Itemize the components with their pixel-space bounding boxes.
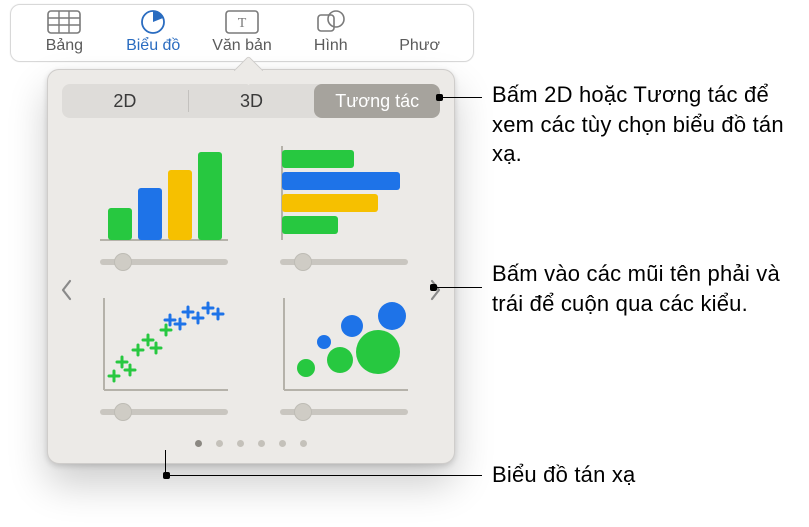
chart-style-grid-wrap [62, 132, 440, 447]
callout-tabs-hint: Bấm 2D hoặc Tương tác để xem các tùy chọ… [492, 80, 792, 169]
svg-text:T: T [238, 16, 247, 31]
page-dot[interactable] [216, 440, 223, 447]
media-icon [400, 9, 440, 35]
page-dot[interactable] [279, 440, 286, 447]
toolbar: Bảng Biểu đồ T Văn bản Hình Phươ [11, 5, 473, 61]
toolbar-label: Văn bản [212, 37, 272, 55]
chart-type-segmented: 2D 3D Tương tác [62, 84, 440, 118]
bubble-chart-icon [274, 290, 414, 400]
toolbar-item-text[interactable]: T Văn bản [203, 9, 282, 55]
page-dot[interactable] [195, 440, 202, 447]
app-window: Bảng Biểu đồ T Văn bản Hình Phươ 2D [10, 4, 474, 62]
callout-leader [438, 97, 482, 98]
shape-icon [311, 9, 351, 35]
tab-2d[interactable]: 2D [62, 84, 188, 118]
chart-option-column[interactable] [94, 140, 234, 268]
page-dots[interactable] [66, 440, 436, 447]
slider-icon [280, 406, 408, 418]
callout-leader-vert [165, 450, 166, 475]
tab-3d[interactable]: 3D [189, 84, 315, 118]
text-icon: T [222, 9, 262, 35]
toolbar-label: Biểu đồ [126, 37, 180, 55]
chart-popover: 2D 3D Tương tác [47, 69, 455, 464]
chart-option-bubble[interactable] [274, 290, 414, 418]
table-icon [44, 9, 84, 35]
callout-arrows-hint: Bấm vào các mũi tên phải và trái để cuộn… [492, 259, 792, 318]
tab-interactive[interactable]: Tương tác [314, 84, 440, 118]
slider-icon [280, 256, 408, 268]
page-dot[interactable] [258, 440, 265, 447]
chart-option-bar[interactable] [274, 140, 414, 268]
toolbar-label: Hình [314, 37, 348, 55]
toolbar-item-media[interactable]: Phươ [380, 9, 459, 55]
toolbar-item-shape[interactable]: Hình [291, 9, 370, 55]
page-dot[interactable] [237, 440, 244, 447]
prev-styles-arrow[interactable] [56, 270, 78, 310]
toolbar-label: Bảng [46, 37, 83, 55]
interactive-bar-chart-icon [274, 140, 414, 250]
scatter-chart-icon [94, 290, 234, 400]
chart-style-grid [66, 132, 436, 422]
page-dot[interactable] [300, 440, 307, 447]
interactive-column-chart-icon [94, 140, 234, 250]
toolbar-label: Phươ [399, 37, 440, 55]
chart-icon [133, 9, 173, 35]
callout-scatter-label: Biểu đồ tán xạ [492, 460, 792, 490]
slider-icon [100, 256, 228, 268]
toolbar-item-chart[interactable]: Biểu đồ [114, 9, 193, 55]
slider-icon [100, 406, 228, 418]
toolbar-item-table[interactable]: Bảng [25, 9, 104, 55]
callout-leader [432, 287, 482, 288]
chart-option-scatter[interactable] [94, 290, 234, 418]
callout-leader [165, 475, 482, 476]
